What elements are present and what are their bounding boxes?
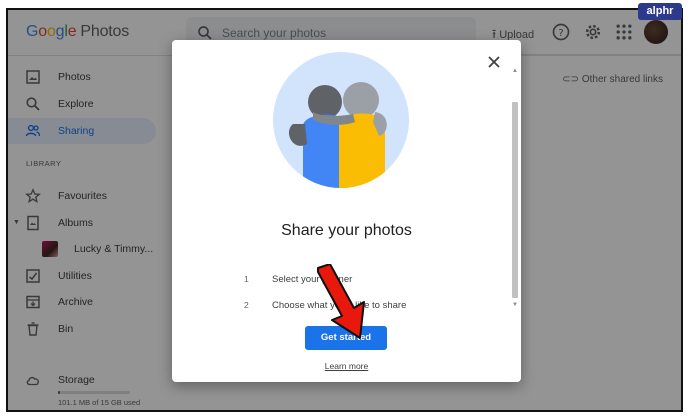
scrollbar-thumb[interactable] bbox=[512, 102, 518, 298]
learn-more-link[interactable]: Learn more bbox=[172, 361, 521, 371]
alphr-watermark-logo: alphr bbox=[638, 3, 682, 20]
step-number: 1 bbox=[244, 274, 249, 284]
partner-sharing-illustration bbox=[273, 52, 409, 188]
scroll-down-icon[interactable]: ▼ bbox=[512, 302, 518, 308]
dialog-title: Share your photos bbox=[281, 222, 412, 239]
red-arrow-annotation bbox=[317, 264, 365, 339]
step-number: 2 bbox=[244, 300, 249, 310]
close-icon[interactable] bbox=[485, 53, 503, 71]
browser-frame: Google Photos Search your photos ⭱ Upload … bbox=[6, 8, 683, 412]
scroll-up-icon[interactable]: ▲ bbox=[512, 68, 518, 74]
